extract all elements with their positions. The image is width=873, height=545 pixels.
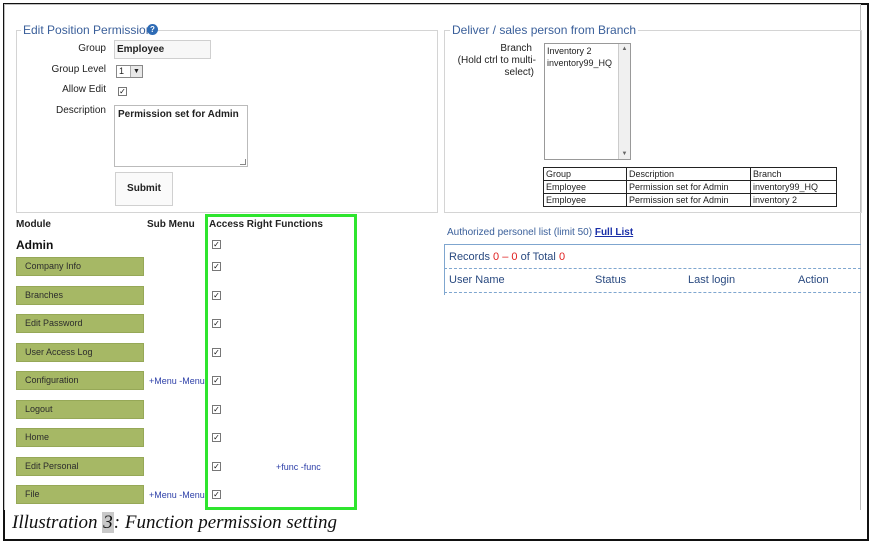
column-header: Branch <box>750 167 837 181</box>
branch-hint-2: select) <box>504 67 534 78</box>
edit-position-title: Edit Position Permission <box>21 23 155 37</box>
description-value: Permission set for Admin <box>118 109 239 120</box>
resize-handle-icon[interactable] <box>240 159 246 165</box>
branch-listbox[interactable]: Inventory 2 inventory99_HQ ▲ ▼ <box>544 43 631 160</box>
records-of: of Total <box>520 251 556 263</box>
module-logout-button[interactable]: Logout <box>16 400 144 419</box>
table-cell: Employee <box>543 180 627 194</box>
module-user-access-log-button[interactable]: User Access Log <box>16 343 144 362</box>
records-dash: – <box>502 251 509 263</box>
group-label: Group <box>78 43 106 54</box>
table-row: Employee Permission set for Admin invent… <box>543 180 837 194</box>
description-field[interactable]: Permission set for Admin <box>114 105 248 167</box>
deliver-title: Deliver / sales person from Branch <box>450 23 639 37</box>
caption-prefix: Illustration <box>12 512 98 533</box>
column-status[interactable]: Status <box>595 274 626 286</box>
divider <box>444 292 861 293</box>
authorized-text: Authorized personel list (limit 50) <box>447 227 593 238</box>
authorized-personnel-label: Authorized personel list (limit 50) Full… <box>447 227 633 238</box>
submit-button[interactable]: Submit <box>115 172 173 206</box>
configuration-submenu-links[interactable]: +Menu -Menu <box>149 376 205 386</box>
module-company-info-button[interactable]: Company Info <box>16 257 144 276</box>
file-submenu-links[interactable]: +Menu -Menu <box>149 490 205 500</box>
allow-edit-label: Allow Edit <box>62 84 106 95</box>
group-level-label: Group Level <box>51 64 106 75</box>
divider <box>444 268 861 269</box>
chevron-down-icon: ▼ <box>130 66 142 77</box>
module-home-button[interactable]: Home <box>16 428 144 447</box>
figure-caption: Illustration 3: Function permission sett… <box>12 512 337 534</box>
group-field[interactable]: Employee <box>114 40 211 59</box>
scroll-down-icon[interactable]: ▼ <box>619 149 630 159</box>
module-branches-button[interactable]: Branches <box>16 286 144 305</box>
column-header: Description <box>626 167 751 181</box>
description-label: Description <box>55 105 106 116</box>
table-cell: inventory99_HQ <box>750 180 837 194</box>
records-total: 0 <box>558 251 566 263</box>
module-file-button[interactable]: File <box>16 485 144 504</box>
column-user-name[interactable]: User Name <box>449 274 505 286</box>
caption-number: 3 <box>102 512 114 533</box>
table-header-row: Group Description Branch <box>543 167 837 181</box>
branch-label: Branch <box>500 43 532 54</box>
module-edit-password-button[interactable]: Edit Password <box>16 314 144 333</box>
column-last-login[interactable]: Last login <box>688 274 735 286</box>
listbox-scrollbar[interactable]: ▲ ▼ <box>618 44 630 159</box>
records-prefix: Records <box>449 251 490 263</box>
records-from: 0 <box>493 251 500 263</box>
module-group-title: Admin <box>16 238 54 252</box>
column-action[interactable]: Action <box>798 274 829 286</box>
branch-hint: (Hold ctrl to multi- <box>457 55 536 66</box>
records-summary: Records 0 – 0 of Total 0 <box>449 251 565 263</box>
module-header: Module <box>16 219 51 230</box>
group-level-select[interactable]: 1 ▼ <box>116 65 143 78</box>
allow-edit-checkbox[interactable]: ✓ <box>118 87 127 96</box>
access-right-highlight <box>205 214 357 510</box>
branch-assignment-table: Group Description Branch Employee Permis… <box>543 167 837 207</box>
table-cell: Permission set for Admin <box>626 180 751 194</box>
branch-option[interactable]: Inventory 2 <box>547 45 628 57</box>
submenu-header: Sub Menu <box>147 219 195 230</box>
branch-option[interactable]: inventory99_HQ <box>547 57 628 69</box>
divider <box>444 244 445 295</box>
records-to: 0 <box>511 251 518 263</box>
column-header: Group <box>543 167 627 181</box>
caption-suffix: : Function permission setting <box>113 512 337 533</box>
table-row: Employee Permission set for Admin invent… <box>543 193 837 207</box>
divider <box>444 244 861 245</box>
table-cell: Permission set for Admin <box>626 193 751 207</box>
group-level-value: 1 <box>119 66 125 76</box>
table-cell: inventory 2 <box>750 193 837 207</box>
help-icon[interactable]: ? <box>147 24 158 35</box>
full-list-link[interactable]: Full List <box>595 227 633 238</box>
table-cell: Employee <box>543 193 627 207</box>
scroll-up-icon[interactable]: ▲ <box>619 44 630 54</box>
module-edit-personal-button[interactable]: Edit Personal <box>16 457 144 476</box>
module-configuration-button[interactable]: Configuration <box>16 371 144 390</box>
